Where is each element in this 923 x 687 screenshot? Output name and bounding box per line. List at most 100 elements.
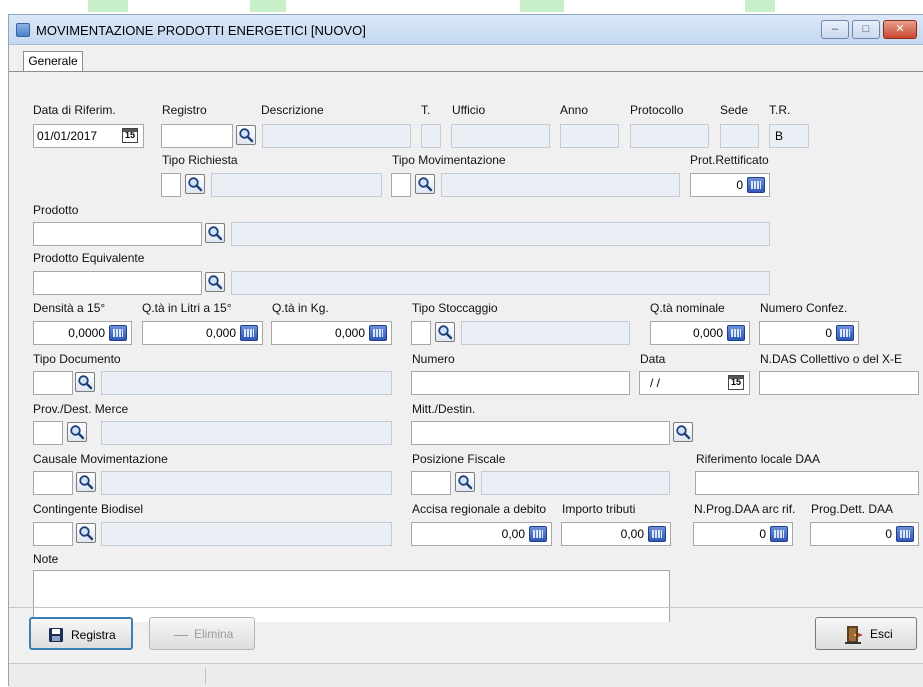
registro-field[interactable] xyxy=(161,124,233,148)
background-mark xyxy=(250,0,286,12)
numero-field[interactable] xyxy=(411,371,630,395)
posizione-fiscale-field[interactable] xyxy=(411,471,451,495)
calendar-icon[interactable]: 15 xyxy=(728,375,744,390)
tipo-stoccaggio-field[interactable] xyxy=(411,321,431,345)
tipo-documento-field[interactable] xyxy=(33,371,73,395)
tipo-richiesta-label: Tipo Richiesta xyxy=(162,153,238,167)
tipo-richiesta-search-icon[interactable] xyxy=(185,174,205,194)
protocollo-field xyxy=(630,124,709,148)
calculator-icon[interactable] xyxy=(896,526,914,542)
anno-label: Anno xyxy=(560,103,589,117)
qta-nominale-label: Q.tà nominale xyxy=(650,301,725,315)
prodotto-equivalente-search-icon[interactable] xyxy=(205,272,225,292)
tipo-documento-label: Tipo Documento xyxy=(33,352,121,366)
prov-dest-search-icon[interactable] xyxy=(67,422,87,442)
prodotto-equivalente-label: Prodotto Equivalente xyxy=(33,251,145,265)
causale-search-icon[interactable] xyxy=(76,472,96,492)
posizione-fiscale-search-icon[interactable] xyxy=(455,472,475,492)
background-mark xyxy=(745,0,775,12)
calendar-icon[interactable]: 15 xyxy=(122,128,138,143)
calculator-icon[interactable] xyxy=(109,325,127,341)
prov-dest-desc-field xyxy=(101,421,392,445)
prov-dest-field[interactable] xyxy=(33,421,63,445)
calculator-icon[interactable] xyxy=(836,325,854,341)
riferimento-locale-label: Riferimento locale DAA xyxy=(696,452,821,466)
calculator-icon[interactable] xyxy=(727,325,745,341)
background-mark xyxy=(88,0,128,12)
minus-icon: — xyxy=(174,626,188,642)
note-textarea[interactable] xyxy=(33,570,670,622)
esci-label: Esci xyxy=(870,627,893,641)
prodotto-field[interactable] xyxy=(33,222,202,246)
tipo-richiesta-field[interactable] xyxy=(161,173,181,197)
status-separator xyxy=(205,668,206,684)
calculator-icon[interactable] xyxy=(369,325,387,341)
mitt-destin-search-icon[interactable] xyxy=(673,422,693,442)
descrizione-label: Descrizione xyxy=(261,103,324,117)
t-label: T. xyxy=(421,103,431,117)
tipo-movimentazione-search-icon[interactable] xyxy=(415,174,435,194)
mitt-destin-field[interactable] xyxy=(411,421,670,445)
tipo-documento-search-icon[interactable] xyxy=(75,372,95,392)
elimina-label: Elimina xyxy=(194,627,234,641)
close-button[interactable]: ✕ xyxy=(883,20,917,39)
ufficio-label: Ufficio xyxy=(452,103,486,117)
nprog-daa-label: N.Prog.DAA arc rif. xyxy=(694,502,796,516)
calculator-icon[interactable] xyxy=(648,526,666,542)
minimize-button[interactable]: – xyxy=(821,20,849,39)
contingente-search-icon[interactable] xyxy=(76,523,96,543)
mitt-destin-label: Mitt./Destin. xyxy=(412,402,476,416)
tipo-stoccaggio-desc-field xyxy=(461,321,630,345)
calculator-icon[interactable] xyxy=(770,526,788,542)
riferimento-locale-field[interactable] xyxy=(695,471,919,495)
tr-label: T.R. xyxy=(769,103,791,117)
calculator-icon[interactable] xyxy=(747,177,765,193)
maximize-button[interactable]: □ xyxy=(852,20,880,39)
tipo-movimentazione-field[interactable] xyxy=(391,173,411,197)
registra-button[interactable]: Registra xyxy=(29,617,133,650)
esci-button[interactable]: Esci xyxy=(815,617,917,650)
registro-search-icon[interactable] xyxy=(236,125,256,145)
tipo-richiesta-desc-field xyxy=(211,173,382,197)
calculator-icon[interactable] xyxy=(240,325,258,341)
tab-generale[interactable]: Generale xyxy=(23,51,83,72)
prov-dest-label: Prov./Dest. Merce xyxy=(33,402,129,416)
densita-label: Densità a 15° xyxy=(33,301,106,315)
posizione-fiscale-desc-field xyxy=(481,471,670,495)
qta-litri-label: Q.tà in Litri a 15° xyxy=(142,301,232,315)
background-mark xyxy=(520,0,564,12)
registro-label: Registro xyxy=(162,103,207,117)
numero-label: Numero xyxy=(412,352,455,366)
data-riferim-value: 01/01/2017 xyxy=(37,129,98,143)
data-field[interactable]: / / 15 xyxy=(639,371,750,395)
divider xyxy=(9,607,923,608)
causale-desc-field xyxy=(101,471,392,495)
prodotto-search-icon[interactable] xyxy=(205,223,225,243)
data-riferim-field[interactable]: 01/01/2017 15 xyxy=(33,124,144,148)
causale-field[interactable] xyxy=(33,471,73,495)
anno-field xyxy=(560,124,619,148)
elimina-button[interactable]: — Elimina xyxy=(149,617,255,650)
prodotto-equivalente-field[interactable] xyxy=(33,271,202,295)
exit-door-icon xyxy=(845,626,863,644)
t-field xyxy=(421,124,441,148)
n-das-field[interactable] xyxy=(759,371,919,395)
main-window: MOVIMENTAZIONE PRODOTTI ENERGETICI [NUOV… xyxy=(8,14,923,687)
floppy-disk-icon xyxy=(49,628,63,642)
calculator-icon[interactable] xyxy=(529,526,547,542)
contingente-label: Contingente Biodisel xyxy=(33,502,144,516)
posizione-fiscale-label: Posizione Fiscale xyxy=(412,452,506,466)
data-label: Data xyxy=(640,352,666,366)
contingente-field[interactable] xyxy=(33,522,73,546)
contingente-desc-field xyxy=(101,522,392,546)
tipo-stoccaggio-search-icon[interactable] xyxy=(435,322,455,342)
tipo-movimentazione-desc-field xyxy=(441,173,680,197)
tr-field: B xyxy=(769,124,809,148)
ufficio-field xyxy=(451,124,550,148)
title-bar: MOVIMENTAZIONE PRODOTTI ENERGETICI [NUOV… xyxy=(9,15,923,45)
causale-label: Causale Movimentazione xyxy=(33,452,168,466)
data-value: / / xyxy=(650,376,661,390)
prodotto-desc-field xyxy=(231,222,770,246)
prodotto-equivalente-desc-field xyxy=(231,271,770,295)
n-das-label: N.DAS Collettivo o del X-E xyxy=(760,352,903,366)
